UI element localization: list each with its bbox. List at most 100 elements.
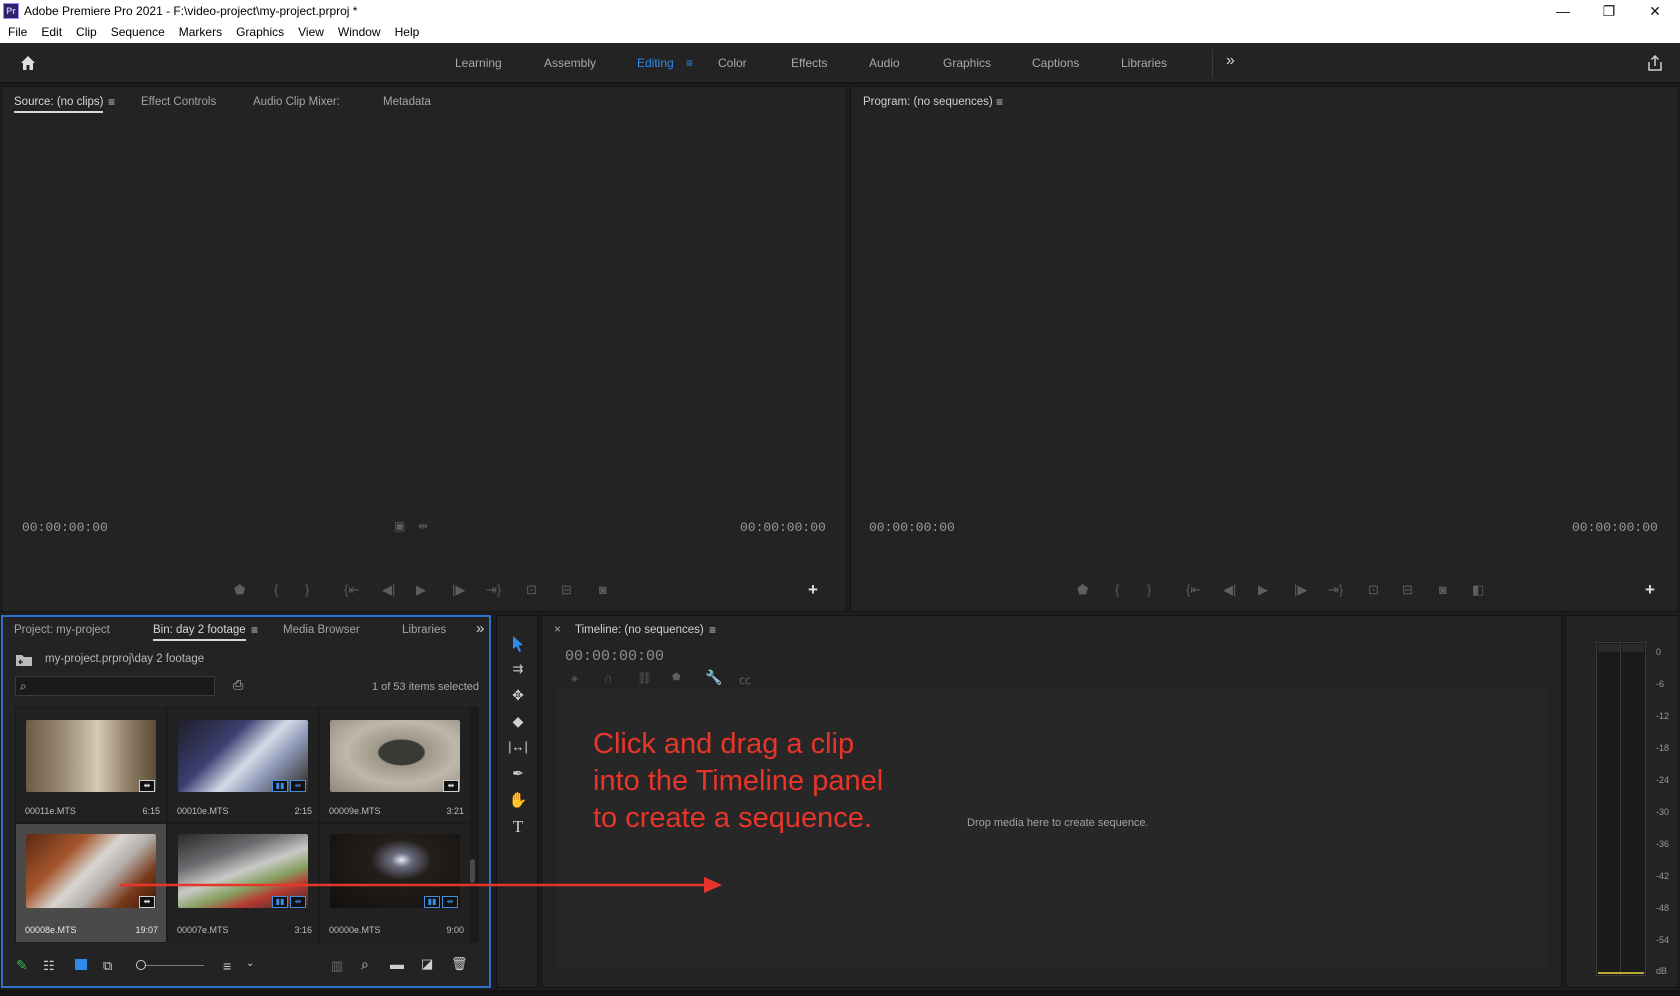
workspace-learning[interactable]: Learning	[455, 56, 502, 70]
menu-sequence[interactable]: Sequence	[104, 22, 172, 43]
icon-view-icon[interactable]	[75, 959, 87, 970]
find-icon[interactable]: ⌕	[361, 956, 369, 973]
tab-metadata[interactable]: Metadata	[383, 96, 431, 108]
source-timecode-current[interactable]: 00:00:00:00	[22, 520, 108, 535]
clip-item-00010e[interactable]: ▮▮ ⇹ 00010e.MTS 2:15	[168, 708, 318, 822]
workspace-effects[interactable]: Effects	[791, 56, 827, 70]
program-mark-out-icon[interactable]: }	[1147, 582, 1151, 597]
timeline-close-icon[interactable]: ×	[554, 622, 561, 636]
workspace-libraries[interactable]: Libraries	[1121, 56, 1167, 70]
find-icon[interactable]: ⎙	[233, 677, 243, 693]
program-button-editor-icon[interactable]: +	[1645, 580, 1655, 600]
program-go-to-in-icon[interactable]: {⇤	[1186, 582, 1201, 598]
program-mark-in-icon[interactable]: {	[1115, 582, 1119, 597]
menu-help[interactable]: Help	[388, 22, 427, 43]
ripple-edit-tool-icon[interactable]: ✥	[497, 687, 539, 704]
settings-icon[interactable]: ⇹	[418, 519, 428, 533]
menu-markers[interactable]: Markers	[172, 22, 229, 43]
source-menu-icon[interactable]: ≡	[108, 95, 115, 109]
workspace-assembly[interactable]: Assembly	[544, 56, 596, 70]
zoom-slider-knob[interactable]	[136, 960, 146, 970]
slip-tool-icon[interactable]: |↔|	[497, 739, 539, 754]
clip-item-00009e[interactable]: ⇹ 00009e.MTS 3:21	[320, 708, 470, 822]
menu-edit[interactable]: Edit	[34, 22, 69, 43]
wrench-icon[interactable]: 🔧	[705, 669, 722, 686]
timeline-timecode[interactable]: 00:00:00:00	[565, 648, 664, 665]
new-bin-icon[interactable]: ▬	[390, 956, 404, 972]
program-step-forward-icon[interactable]: |▶	[1294, 582, 1307, 598]
linked-selection-icon[interactable]: ⛓	[637, 671, 652, 685]
workspace-audio[interactable]: Audio	[869, 56, 900, 70]
new-item-icon[interactable]: ◪	[421, 956, 433, 972]
hand-tool-icon[interactable]: ✋	[497, 791, 539, 809]
workspace-color[interactable]: Color	[718, 56, 747, 70]
type-tool-icon[interactable]: T	[497, 817, 539, 837]
tab-program[interactable]: Program: (no sequences)	[863, 96, 993, 108]
workspace-editing[interactable]: Editing	[637, 56, 674, 70]
mark-in-icon[interactable]: {	[274, 582, 278, 597]
menu-view[interactable]: View	[291, 22, 331, 43]
search-field[interactable]: ⌕	[15, 676, 215, 696]
selection-tool-icon[interactable]	[510, 635, 526, 653]
tab-libraries[interactable]: Libraries	[402, 624, 446, 636]
insert-icon[interactable]: ⊡	[526, 582, 537, 598]
sort-icon[interactable]: ≡	[223, 958, 231, 974]
workspace-graphics[interactable]: Graphics	[943, 56, 991, 70]
workspace-editing-menu-icon[interactable]: ≡	[686, 56, 693, 70]
overwrite-icon[interactable]: ⊟	[561, 582, 572, 598]
step-back-icon[interactable]: ◀|	[382, 582, 395, 598]
program-menu-icon[interactable]: ≡	[996, 95, 1003, 109]
tab-media-browser[interactable]: Media Browser	[283, 624, 360, 636]
program-go-to-out-icon[interactable]: ⇥}	[1328, 582, 1343, 598]
sort-dropdown-icon[interactable]: ⌄	[246, 958, 254, 969]
pen-tool-icon[interactable]: ✒	[497, 765, 539, 782]
tab-timeline[interactable]: Timeline: (no sequences)	[575, 624, 704, 636]
bin-folder-icon[interactable]	[15, 653, 33, 667]
bin-menu-icon[interactable]: ≡	[251, 623, 258, 637]
program-add-marker-icon[interactable]: ⬟	[1077, 582, 1088, 598]
clip-item-00011e[interactable]: ⇹ 00011e.MTS 6:15	[16, 708, 166, 822]
zoom-slider-track[interactable]	[146, 965, 204, 966]
program-play-icon[interactable]: ▶	[1258, 582, 1268, 598]
trash-icon[interactable]: 🗑	[451, 956, 468, 972]
restore-button[interactable]: ❐	[1586, 0, 1632, 22]
snap-icon[interactable]: ∩	[604, 671, 613, 685]
automate-to-sequence-icon[interactable]: ▥	[331, 958, 343, 974]
minimize-button[interactable]: —	[1540, 0, 1586, 22]
lift-icon[interactable]: ⊡	[1368, 582, 1379, 598]
timeline-menu-icon[interactable]: ≡	[709, 623, 716, 637]
close-window-button[interactable]: ✕	[1632, 0, 1678, 22]
source-button-editor-icon[interactable]: +	[808, 580, 818, 600]
more-panels-icon[interactable]: »	[476, 620, 484, 637]
program-export-frame-icon[interactable]: ◙	[1439, 582, 1447, 597]
tab-audio-clip-mixer[interactable]: Audio Clip Mixer:	[253, 96, 340, 108]
razor-tool-icon[interactable]: ◆	[497, 713, 539, 730]
go-to-out-icon[interactable]: ⇥}	[486, 582, 501, 598]
tab-effect-controls[interactable]: Effect Controls	[141, 96, 216, 108]
fit-select-icon[interactable]: ▣	[394, 519, 405, 533]
timeline-marker-icon[interactable]: ⬟	[672, 672, 681, 683]
freeform-view-icon[interactable]: ⧉	[103, 958, 112, 974]
insert-overwrite-icon[interactable]: ⚹	[571, 671, 578, 686]
more-workspaces-icon[interactable]: »	[1226, 52, 1235, 70]
workspace-captions[interactable]: Captions	[1032, 56, 1079, 70]
list-view-icon[interactable]: ☷	[43, 958, 55, 974]
share-icon[interactable]	[1646, 54, 1664, 72]
add-marker-icon[interactable]: ⬟	[234, 582, 245, 598]
extract-icon[interactable]: ⊟	[1402, 582, 1413, 598]
program-step-back-icon[interactable]: ◀|	[1223, 582, 1236, 598]
tab-source[interactable]: Source: (no clips)	[14, 96, 104, 113]
go-to-in-icon[interactable]: {⇤	[344, 582, 359, 598]
tab-bin[interactable]: Bin: day 2 footage	[153, 624, 246, 641]
play-icon[interactable]: ▶	[416, 582, 426, 598]
writable-pencil-icon[interactable]: ✎	[16, 957, 28, 974]
home-icon[interactable]	[19, 54, 37, 72]
menu-clip[interactable]: Clip	[69, 22, 104, 43]
mark-out-icon[interactable]: }	[305, 582, 309, 597]
menu-window[interactable]: Window	[331, 22, 388, 43]
export-frame-icon[interactable]: ◙	[599, 582, 607, 597]
tab-project[interactable]: Project: my-project	[14, 624, 110, 636]
menu-graphics[interactable]: Graphics	[229, 22, 291, 43]
track-select-tool-icon[interactable]: ⇉	[497, 661, 539, 677]
search-input[interactable]	[36, 678, 211, 694]
